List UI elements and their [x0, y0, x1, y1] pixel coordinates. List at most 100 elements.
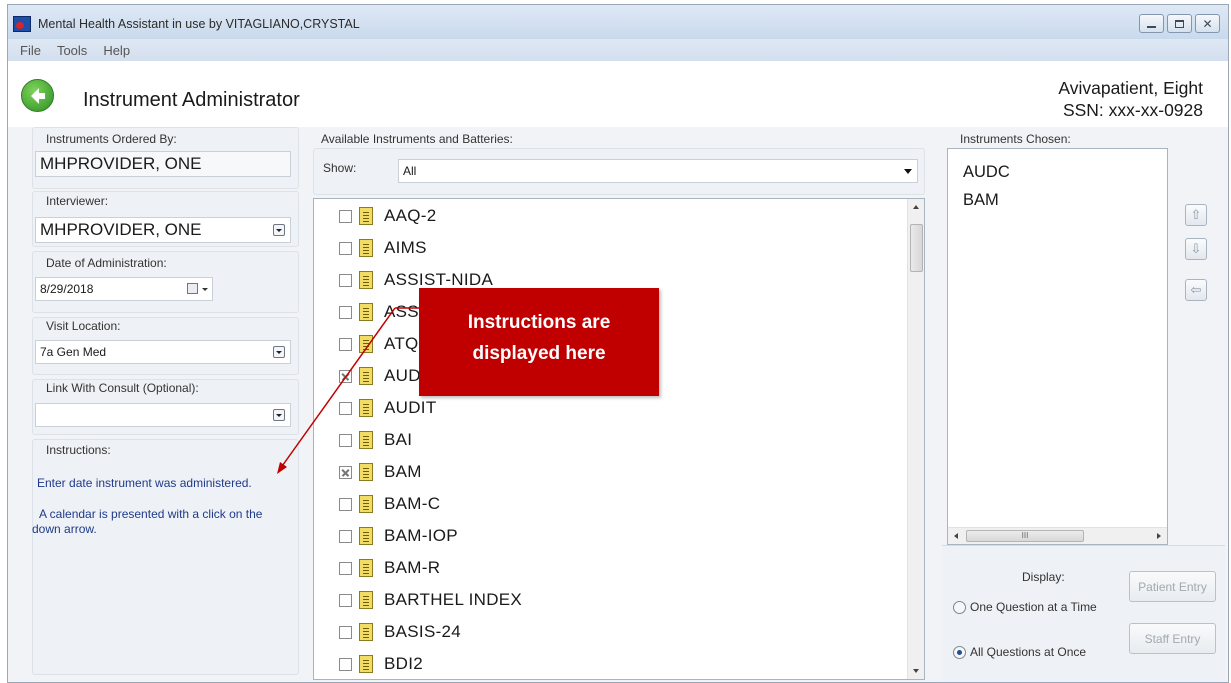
- instrument-name: BARTHEL INDEX: [384, 590, 523, 609]
- ordered-by-field: MHPROVIDER, ONE: [35, 151, 291, 177]
- date-value: 8/29/2018: [40, 282, 94, 296]
- option-one-label[interactable]: One Question at a Time: [970, 600, 1097, 614]
- instrument-doc-icon: [359, 207, 373, 225]
- instrument-row[interactable]: BAM-C: [339, 489, 440, 519]
- instrument-checkbox[interactable]: [339, 561, 352, 575]
- radio-all-questions[interactable]: [953, 646, 966, 659]
- back-button[interactable]: [21, 79, 54, 112]
- instrument-name: BASIS-24: [384, 622, 462, 641]
- move-up-button[interactable]: ⇧: [1185, 204, 1207, 226]
- scroll-left-icon[interactable]: [954, 533, 958, 539]
- instrument-checkbox[interactable]: [339, 401, 352, 415]
- instrument-row[interactable]: AAQ-2: [339, 201, 437, 231]
- chevron-down-icon[interactable]: [904, 169, 912, 174]
- instrument-checkbox[interactable]: [339, 465, 352, 479]
- instrument-row[interactable]: BDI2: [339, 649, 423, 679]
- instrument-name: ATQ: [384, 334, 419, 353]
- show-value: All: [403, 164, 417, 178]
- instructions-line-1: Enter date instrument was administered.: [37, 476, 252, 490]
- instrument-checkbox[interactable]: [339, 305, 352, 319]
- available-instruments-list[interactable]: AAQ-2AIMSASSIST-NIDAASSIST-WHOATQAUDCAUD…: [313, 198, 925, 680]
- scroll-down-icon[interactable]: [913, 669, 919, 673]
- interviewer-select[interactable]: MHPROVIDER, ONE: [35, 217, 291, 243]
- instrument-row[interactable]: BARTHEL INDEX: [339, 585, 522, 615]
- minimize-button[interactable]: [1139, 14, 1164, 33]
- option-all-label[interactable]: All Questions at Once: [970, 645, 1086, 659]
- maximize-button[interactable]: [1167, 14, 1192, 33]
- instructions-label: Instructions:: [46, 443, 111, 457]
- instrument-name: BAM-C: [384, 494, 441, 513]
- radio-one-question[interactable]: [953, 601, 966, 614]
- back-arrow-icon: [30, 87, 45, 104]
- window-title: Mental Health Assistant in use by VITAGL…: [38, 17, 360, 31]
- header: Instrument Administrator Avivapatient, E…: [8, 61, 1228, 127]
- patient-entry-button[interactable]: Patient Entry: [1129, 571, 1216, 602]
- arrow-up-icon: ⇧: [1190, 207, 1202, 222]
- horizontal-scrollbar[interactable]: III: [948, 527, 1167, 544]
- chevron-down-icon[interactable]: [273, 409, 285, 421]
- instrument-row[interactable]: BAI: [339, 425, 412, 455]
- calendar-icon[interactable]: [187, 283, 198, 294]
- instrument-row[interactable]: AUDIT: [339, 393, 437, 423]
- instrument-name: BDI2: [384, 654, 423, 673]
- available-label: Available Instruments and Batteries:: [321, 132, 513, 146]
- staff-entry-button[interactable]: Staff Entry: [1129, 623, 1216, 654]
- instrument-checkbox[interactable]: [339, 625, 352, 639]
- close-button[interactable]: ✕: [1195, 14, 1220, 33]
- chevron-down-icon[interactable]: [202, 288, 208, 291]
- instrument-checkbox[interactable]: [339, 529, 352, 543]
- instrument-checkbox[interactable]: [339, 593, 352, 607]
- instrument-checkbox[interactable]: [339, 273, 352, 287]
- chevron-down-icon[interactable]: [273, 346, 285, 358]
- instrument-row[interactable]: BAM-IOP: [339, 521, 458, 551]
- arrow-down-icon: ⇩: [1190, 241, 1202, 256]
- instructions-group: [32, 439, 299, 675]
- instrument-checkbox[interactable]: [339, 369, 352, 383]
- instrument-doc-icon: [359, 623, 373, 641]
- instrument-row[interactable]: BAM: [339, 457, 422, 487]
- show-select[interactable]: All: [398, 159, 918, 183]
- scroll-right-icon[interactable]: [1157, 533, 1161, 539]
- instrument-doc-icon: [359, 239, 373, 257]
- instrument-doc-icon: [359, 367, 373, 385]
- vertical-scrollbar[interactable]: [907, 199, 924, 679]
- chevron-down-icon[interactable]: [273, 224, 285, 236]
- location-value: 7a Gen Med: [40, 345, 107, 359]
- instrument-checkbox[interactable]: [339, 657, 352, 671]
- consult-select[interactable]: [35, 403, 291, 427]
- patient-name: Avivapatient, Eight: [1058, 78, 1203, 98]
- app-icon: [13, 16, 31, 32]
- title-bar[interactable]: Mental Health Assistant in use by VITAGL…: [8, 5, 1228, 39]
- menu-file[interactable]: File: [20, 43, 41, 58]
- move-down-button[interactable]: ⇩: [1185, 238, 1207, 260]
- scroll-up-icon[interactable]: [913, 205, 919, 209]
- ordered-by-value: MHPROVIDER, ONE: [40, 154, 202, 173]
- instrument-row[interactable]: ATQ: [339, 329, 419, 359]
- instrument-checkbox[interactable]: [339, 241, 352, 255]
- remove-button[interactable]: ⇦: [1185, 279, 1207, 301]
- chosen-item[interactable]: BAM: [963, 191, 999, 210]
- menu-tools[interactable]: Tools: [57, 43, 87, 58]
- instrument-row[interactable]: BASIS-24: [339, 617, 461, 647]
- date-picker[interactable]: 8/29/2018: [35, 277, 213, 301]
- instrument-name: BAM-R: [384, 558, 441, 577]
- instrument-row[interactable]: BAM-R: [339, 553, 440, 583]
- display-panel: Display: One Question at a Time All Ques…: [942, 545, 1225, 682]
- menu-help[interactable]: Help: [103, 43, 130, 58]
- scroll-thumb[interactable]: [910, 224, 923, 272]
- chosen-item[interactable]: AUDC: [963, 163, 1010, 182]
- instrument-row[interactable]: AIMS: [339, 233, 427, 263]
- chosen-instruments-list[interactable]: AUDC BAM III: [947, 148, 1168, 545]
- instrument-doc-icon: [359, 399, 373, 417]
- instrument-checkbox[interactable]: [339, 433, 352, 447]
- minimize-icon: [1147, 25, 1156, 28]
- scroll-thumb[interactable]: III: [966, 530, 1084, 542]
- instrument-checkbox[interactable]: [339, 337, 352, 351]
- location-select[interactable]: 7a Gen Med: [35, 340, 291, 364]
- instrument-checkbox[interactable]: [339, 209, 352, 223]
- instructions-line-2b: down arrow.: [32, 522, 97, 536]
- instrument-name: AIMS: [384, 238, 427, 257]
- instrument-checkbox[interactable]: [339, 497, 352, 511]
- consult-label: Link With Consult (Optional):: [46, 381, 199, 395]
- instructions-line-2a: A calendar is presented with a click on …: [39, 507, 263, 521]
